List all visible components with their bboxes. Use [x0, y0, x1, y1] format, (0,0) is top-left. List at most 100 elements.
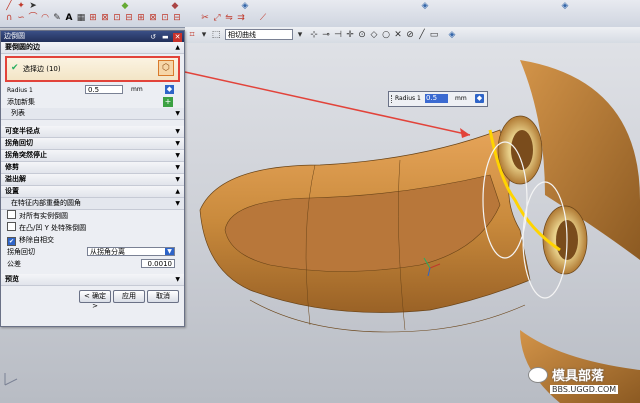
- collapse-icon[interactable]: ▲: [175, 186, 180, 197]
- radius1-input[interactable]: 0.5: [85, 85, 123, 94]
- settings-option-dropdown[interactable]: 在特征内部重叠的圆角 ▼: [1, 198, 184, 210]
- select-edge-box[interactable]: ✔ 选择边 (10) ⬡: [5, 56, 180, 82]
- remove-self-intersection-checkbox[interactable]: ✔: [7, 237, 16, 246]
- extend-tool-icon[interactable]: ⤢: [212, 13, 222, 23]
- view-tool-icon[interactable]: ◈: [240, 1, 250, 11]
- select-chevron-icon[interactable]: ▾: [295, 30, 305, 40]
- snap-line-icon[interactable]: ╱: [417, 30, 427, 40]
- convex-concave-row[interactable]: 在凸/凹 Y 处特殊倒圆: [1, 222, 184, 234]
- radius-popup-handle-icon[interactable]: [391, 95, 394, 103]
- apply-button[interactable]: 应用: [113, 290, 145, 303]
- cube-view-icon[interactable]: ◈: [447, 30, 457, 40]
- select-mode-icon[interactable]: ⬚: [211, 30, 221, 40]
- sketch-tool-icon[interactable]: ⟋: [258, 13, 268, 23]
- select-arrow-icon[interactable]: ▼: [165, 248, 174, 255]
- dimension-tool-icon[interactable]: ⊞: [88, 13, 98, 23]
- radius-popup-menu-icon[interactable]: ◆: [475, 94, 484, 103]
- snap-tangent-icon[interactable]: ⊘: [405, 30, 415, 40]
- mirror-tool-icon[interactable]: ⇋: [224, 13, 234, 23]
- ok-button[interactable]: < 确定 >: [79, 290, 111, 310]
- dimension6-tool-icon[interactable]: ⊠: [148, 13, 158, 23]
- dimension3-tool-icon[interactable]: ⊡: [112, 13, 122, 23]
- dimension5-tool-icon[interactable]: ⊞: [136, 13, 146, 23]
- cancel-button[interactable]: 取消: [147, 290, 179, 303]
- list-expand-icon[interactable]: ▼: [175, 108, 180, 119]
- corner-setback-setting-row: 拐角回切 从拐角分离 ▼: [1, 246, 184, 258]
- section-overflow[interactable]: 溢出解 ▼: [1, 174, 184, 186]
- corner-setback-select[interactable]: 从拐角分离 ▼: [87, 247, 175, 256]
- expand-icon[interactable]: ▼: [175, 174, 180, 185]
- snap-center-icon[interactable]: ⊙: [357, 30, 367, 40]
- trim-tool-icon[interactable]: ✂: [200, 13, 210, 23]
- expand-icon[interactable]: ▼: [175, 274, 180, 285]
- curve-tool-icon[interactable]: ∩: [4, 13, 14, 23]
- dialog-reset-icon[interactable]: ↺: [149, 33, 158, 42]
- arrow-tool-icon[interactable]: ➤: [28, 1, 38, 11]
- arc2-tool-icon[interactable]: ◠: [40, 13, 50, 23]
- expand-icon[interactable]: ▼: [175, 126, 180, 137]
- add-new-set-label: 添加新集: [7, 98, 35, 106]
- arc-tool-icon[interactable]: ⌒: [28, 13, 38, 23]
- expand-icon[interactable]: ▼: [175, 138, 180, 149]
- snap-endpoint-icon[interactable]: ⊹: [309, 30, 319, 40]
- pen-tool-icon[interactable]: ✎: [52, 13, 62, 23]
- dimension7-tool-icon[interactable]: ⊡: [160, 13, 170, 23]
- section-settings[interactable]: 设置 ▲: [1, 186, 184, 198]
- edge-select-icon[interactable]: ⬡: [158, 60, 174, 76]
- section-corner-stop-label: 拐角突然停止: [5, 151, 47, 159]
- select-edge-label: 选择边 (10): [23, 65, 61, 73]
- section-preview[interactable]: 预览 ▼: [1, 274, 184, 286]
- annotation-arrow-head: [460, 128, 470, 138]
- selection-filter-icon[interactable]: ⌗: [187, 30, 197, 40]
- dropdown-arrow-icon[interactable]: ▾: [199, 30, 209, 40]
- section-edges-to-blend-label: 要倒圆的边: [5, 43, 40, 51]
- radius-popup[interactable]: Radius 1 0.5 mm ◆: [388, 91, 488, 107]
- all-instances-label: 对所有实例倒圆: [19, 212, 68, 220]
- point-tool-icon[interactable]: ✦: [16, 1, 26, 11]
- section-list[interactable]: 列表 ▼: [1, 108, 184, 120]
- snap-control-icon[interactable]: ⊣: [333, 30, 343, 40]
- all-instances-checkbox[interactable]: [7, 210, 16, 219]
- dialog-collapse-icon[interactable]: ▬: [161, 33, 170, 42]
- dimension8-tool-icon[interactable]: ⊟: [172, 13, 182, 23]
- snap-midpoint-icon[interactable]: ⊸: [321, 30, 331, 40]
- add-new-set-row: 添加新集 +: [1, 96, 184, 108]
- add-set-icon[interactable]: +: [163, 97, 173, 107]
- all-instances-row[interactable]: 对所有实例倒圆: [1, 210, 184, 222]
- remove-self-intersection-row[interactable]: ✔ 移除自相交: [1, 234, 184, 246]
- section-trim[interactable]: 修剪 ▼: [1, 162, 184, 174]
- expand-icon[interactable]: ▼: [175, 162, 180, 173]
- dialog-close-icon[interactable]: ✕: [173, 33, 182, 42]
- snap-face-icon[interactable]: ▭: [429, 30, 439, 40]
- section-corner-stop[interactable]: 拐角突然停止 ▼: [1, 150, 184, 162]
- shape-tool-2-icon[interactable]: ◆: [170, 1, 180, 11]
- dimension2-tool-icon[interactable]: ⊠: [100, 13, 110, 23]
- radius-popup-label: Radius 1: [395, 95, 421, 102]
- section-variable-radius[interactable]: 可变半径点 ▼: [1, 126, 184, 138]
- table-tool-icon[interactable]: ▦: [76, 13, 86, 23]
- expand-icon[interactable]: ▼: [175, 150, 180, 161]
- radius1-menu-icon[interactable]: ◆: [165, 85, 174, 94]
- view-tool-3-icon[interactable]: ◈: [560, 1, 570, 11]
- snap-point-icon[interactable]: ✕: [393, 30, 403, 40]
- snap-intersect-icon[interactable]: ✛: [345, 30, 355, 40]
- view-tool-2-icon[interactable]: ◈: [420, 1, 430, 11]
- section-collapse-icon[interactable]: ▲: [175, 42, 180, 53]
- snap-circle-icon[interactable]: ○: [381, 30, 391, 40]
- section-edges-to-blend[interactable]: 要倒圆的边 ▲: [1, 42, 184, 54]
- spline-tool-icon[interactable]: ∽: [16, 13, 26, 23]
- shape-tool-icon[interactable]: ◆: [120, 1, 130, 11]
- curve-rule-select[interactable]: 相切曲线: [225, 29, 293, 40]
- offset-tool-icon[interactable]: ⇉: [236, 13, 246, 23]
- edge-blend-dialog: 边倒圆 ↺ ▬ ✕ 要倒圆的边 ▲ ✔ 选择边 (10) ⬡ Radius 1 …: [0, 30, 185, 327]
- radius-popup-input[interactable]: 0.5: [425, 94, 448, 103]
- section-corner-setback[interactable]: 拐角回切 ▼: [1, 138, 184, 150]
- line-tool-icon[interactable]: ╱: [4, 1, 14, 11]
- tolerance-input[interactable]: 0.0010: [141, 259, 175, 268]
- text-tool-icon[interactable]: A: [64, 13, 74, 23]
- snap-quadrant-icon[interactable]: ◇: [369, 30, 379, 40]
- dropdown-icon[interactable]: ▼: [175, 198, 180, 209]
- convex-concave-checkbox[interactable]: [7, 222, 16, 231]
- tolerance-value: 0.0010: [147, 260, 173, 268]
- dimension4-tool-icon[interactable]: ⊟: [124, 13, 134, 23]
